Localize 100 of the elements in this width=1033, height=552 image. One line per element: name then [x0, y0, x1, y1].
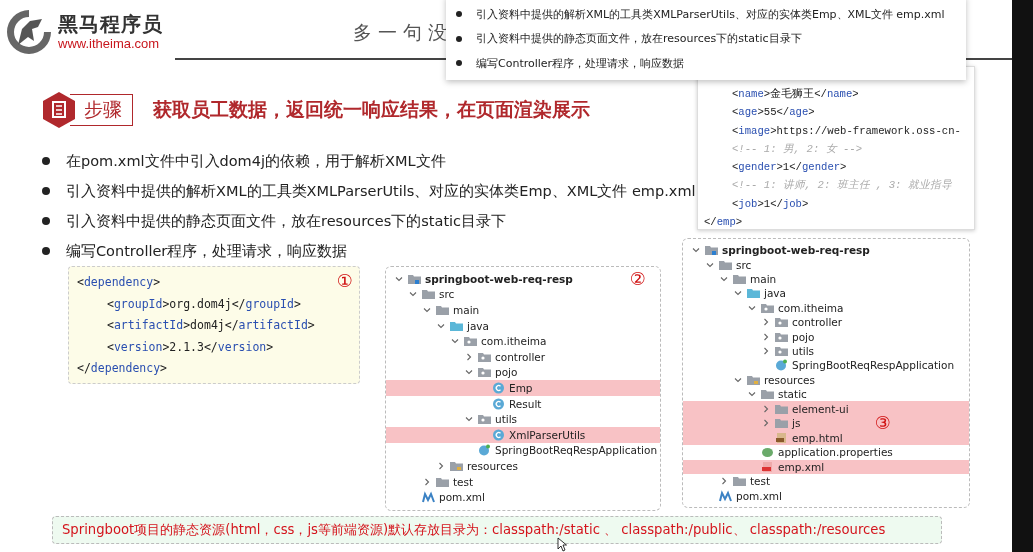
- chevron-down-icon[interactable]: [719, 274, 729, 284]
- app-icon: [775, 359, 788, 372]
- horse-logo-icon: [4, 7, 54, 57]
- tree-label[interactable]: js: [792, 417, 801, 430]
- file-icon: [761, 460, 774, 473]
- chevron-right-icon[interactable]: [761, 418, 771, 429]
- tree-label[interactable]: utils: [792, 345, 815, 358]
- chevron-right-icon[interactable]: [464, 351, 474, 362]
- tree-label[interactable]: com.itheima: [481, 335, 547, 348]
- bullet-text: 在pom.xml文件中引入dom4j的依赖，用于解析XML文件: [66, 151, 446, 171]
- tree-label[interactable]: test: [750, 475, 771, 488]
- code-line: <groupId>org.dom4j</groupId>: [106, 295, 301, 313]
- folder-icon: [478, 366, 491, 379]
- folder-icon: [422, 288, 435, 301]
- folder-icon: [775, 402, 788, 415]
- tree-label[interactable]: main: [453, 304, 480, 316]
- tree-label[interactable]: test: [453, 475, 474, 488]
- tree-label[interactable]: springboot-web-req-resp: [425, 272, 573, 285]
- code-line: <gender>1</gender>: [731, 160, 847, 176]
- code-line: <dependency>: [77, 274, 161, 291]
- tree-label[interactable]: emp.html: [792, 431, 843, 444]
- tree-label[interactable]: springboot-web-req-resp: [722, 244, 870, 257]
- circled-number: ①: [336, 271, 353, 291]
- tree-label[interactable]: com.itheima: [778, 301, 844, 314]
- folder-icon: [478, 350, 491, 363]
- tree-label[interactable]: utils: [495, 413, 518, 426]
- tree-label[interactable]: java: [764, 287, 786, 300]
- popup-item-text: 引入资料中提供的静态页面文件，放在resources下的static目录下: [476, 31, 802, 47]
- bullet-dot: [456, 35, 462, 42]
- tree-label[interactable]: resources: [467, 459, 518, 472]
- maven-icon: [422, 491, 435, 504]
- app-icon: [478, 444, 491, 457]
- tree-label[interactable]: java: [467, 319, 489, 332]
- tree-label[interactable]: resources: [764, 373, 815, 386]
- chevron-right-icon[interactable]: [761, 331, 771, 342]
- bullet-text: 引入资料中提供的静态页面文件，放在resources下的static目录下: [66, 211, 507, 231]
- bullet-dot: [42, 157, 50, 165]
- folder-icon: [408, 272, 421, 285]
- tree-label[interactable]: emp.xml: [778, 460, 825, 473]
- tree-label[interactable]: pojo: [792, 330, 815, 343]
- folder-icon: [761, 301, 774, 314]
- step-heading: 获取员工数据，返回统一响应结果，在页面渲染展示: [153, 97, 590, 122]
- code-line: <image>https://web-framework.oss-cn-: [731, 123, 961, 139]
- bullet-dot: [456, 60, 462, 67]
- folder-icon: [450, 459, 463, 472]
- bullet-dot: [456, 11, 462, 18]
- folder-icon: [747, 287, 760, 300]
- chevron-right-icon[interactable]: [761, 317, 771, 328]
- bullet-dot: [42, 247, 50, 255]
- tree-label[interactable]: main: [750, 273, 777, 285]
- tree-label[interactable]: controller: [792, 316, 843, 329]
- bullet-text: 引入资料中提供的解析XML的工具类XMLParserUtils、对应的实体类Emp、XML文件 emp.xml: [66, 181, 696, 201]
- chevron-right-icon[interactable]: [761, 403, 771, 414]
- brand-url: www.itheima.com: [58, 36, 161, 51]
- code-line: <!-- 1: 讲师, 2: 班主任 , 3: 就业指导: [731, 178, 952, 194]
- maven-icon: [719, 489, 732, 502]
- folder-icon: [775, 316, 788, 329]
- code-line: <name>金毛狮王</name>: [731, 87, 859, 102]
- code-line: <artifactId>dom4j</artifactId>: [106, 317, 315, 334]
- tree-label[interactable]: Emp: [509, 381, 533, 394]
- code-line: <!-- 1: 男, 2: 女 -->: [731, 141, 863, 157]
- tree-label[interactable]: pom.xml: [439, 491, 485, 504]
- tree-label[interactable]: pojo: [495, 366, 518, 379]
- class-icon: [492, 397, 505, 410]
- step-label: 步骤: [70, 94, 133, 126]
- code-line: <job>1</job>: [731, 196, 809, 212]
- chevron-down-icon[interactable]: [422, 305, 432, 315]
- folder-icon: [450, 319, 463, 332]
- folder-icon: [719, 258, 732, 271]
- tree-label[interactable]: static: [778, 388, 807, 401]
- popup-item-text: 编写Controller程序，处理请求，响应数据: [476, 55, 685, 71]
- code-line: <version>2.1.3</version>: [106, 338, 274, 356]
- tree-label[interactable]: SpringBootReqRespApplication: [495, 444, 658, 457]
- chevron-right-icon[interactable]: [719, 476, 729, 487]
- folder-icon: [733, 273, 746, 285]
- folder-icon: [436, 475, 449, 488]
- tree-label[interactable]: SpringBootReqRespApplication: [792, 359, 955, 372]
- folder-icon: [464, 335, 477, 348]
- tree-label[interactable]: XmlParserUtils: [509, 428, 586, 441]
- chevron-right-icon[interactable]: [436, 460, 446, 471]
- chevron-right-icon[interactable]: [422, 476, 432, 487]
- code-line: <age>55</age>: [731, 105, 815, 121]
- tree-label[interactable]: pom.xml: [736, 489, 782, 502]
- code-line: </dependency>: [77, 360, 168, 377]
- popup-item-text: 引入资料中提供的解析XML的工具类XMLParserUtils、对应的实体类Emp、XML文件 emp.xml: [476, 6, 945, 22]
- tree-label[interactable]: src: [736, 258, 752, 271]
- tree-label[interactable]: element-ui: [792, 402, 849, 415]
- code-line: </emp>: [704, 215, 743, 229]
- slide-title: 多一句没: [353, 20, 453, 45]
- tree-label[interactable]: controller: [495, 350, 546, 363]
- tree-label[interactable]: Result: [509, 397, 542, 410]
- file-icon: [775, 431, 788, 444]
- tree-label[interactable]: application.properties: [778, 446, 893, 459]
- chevron-right-icon[interactable]: [761, 346, 771, 357]
- circled-number: ③: [874, 413, 891, 434]
- class-icon: [492, 381, 505, 394]
- class-icon: [492, 428, 505, 441]
- bullet-dot: [42, 217, 50, 225]
- tree-label[interactable]: src: [439, 288, 455, 301]
- folder-icon: [705, 244, 718, 257]
